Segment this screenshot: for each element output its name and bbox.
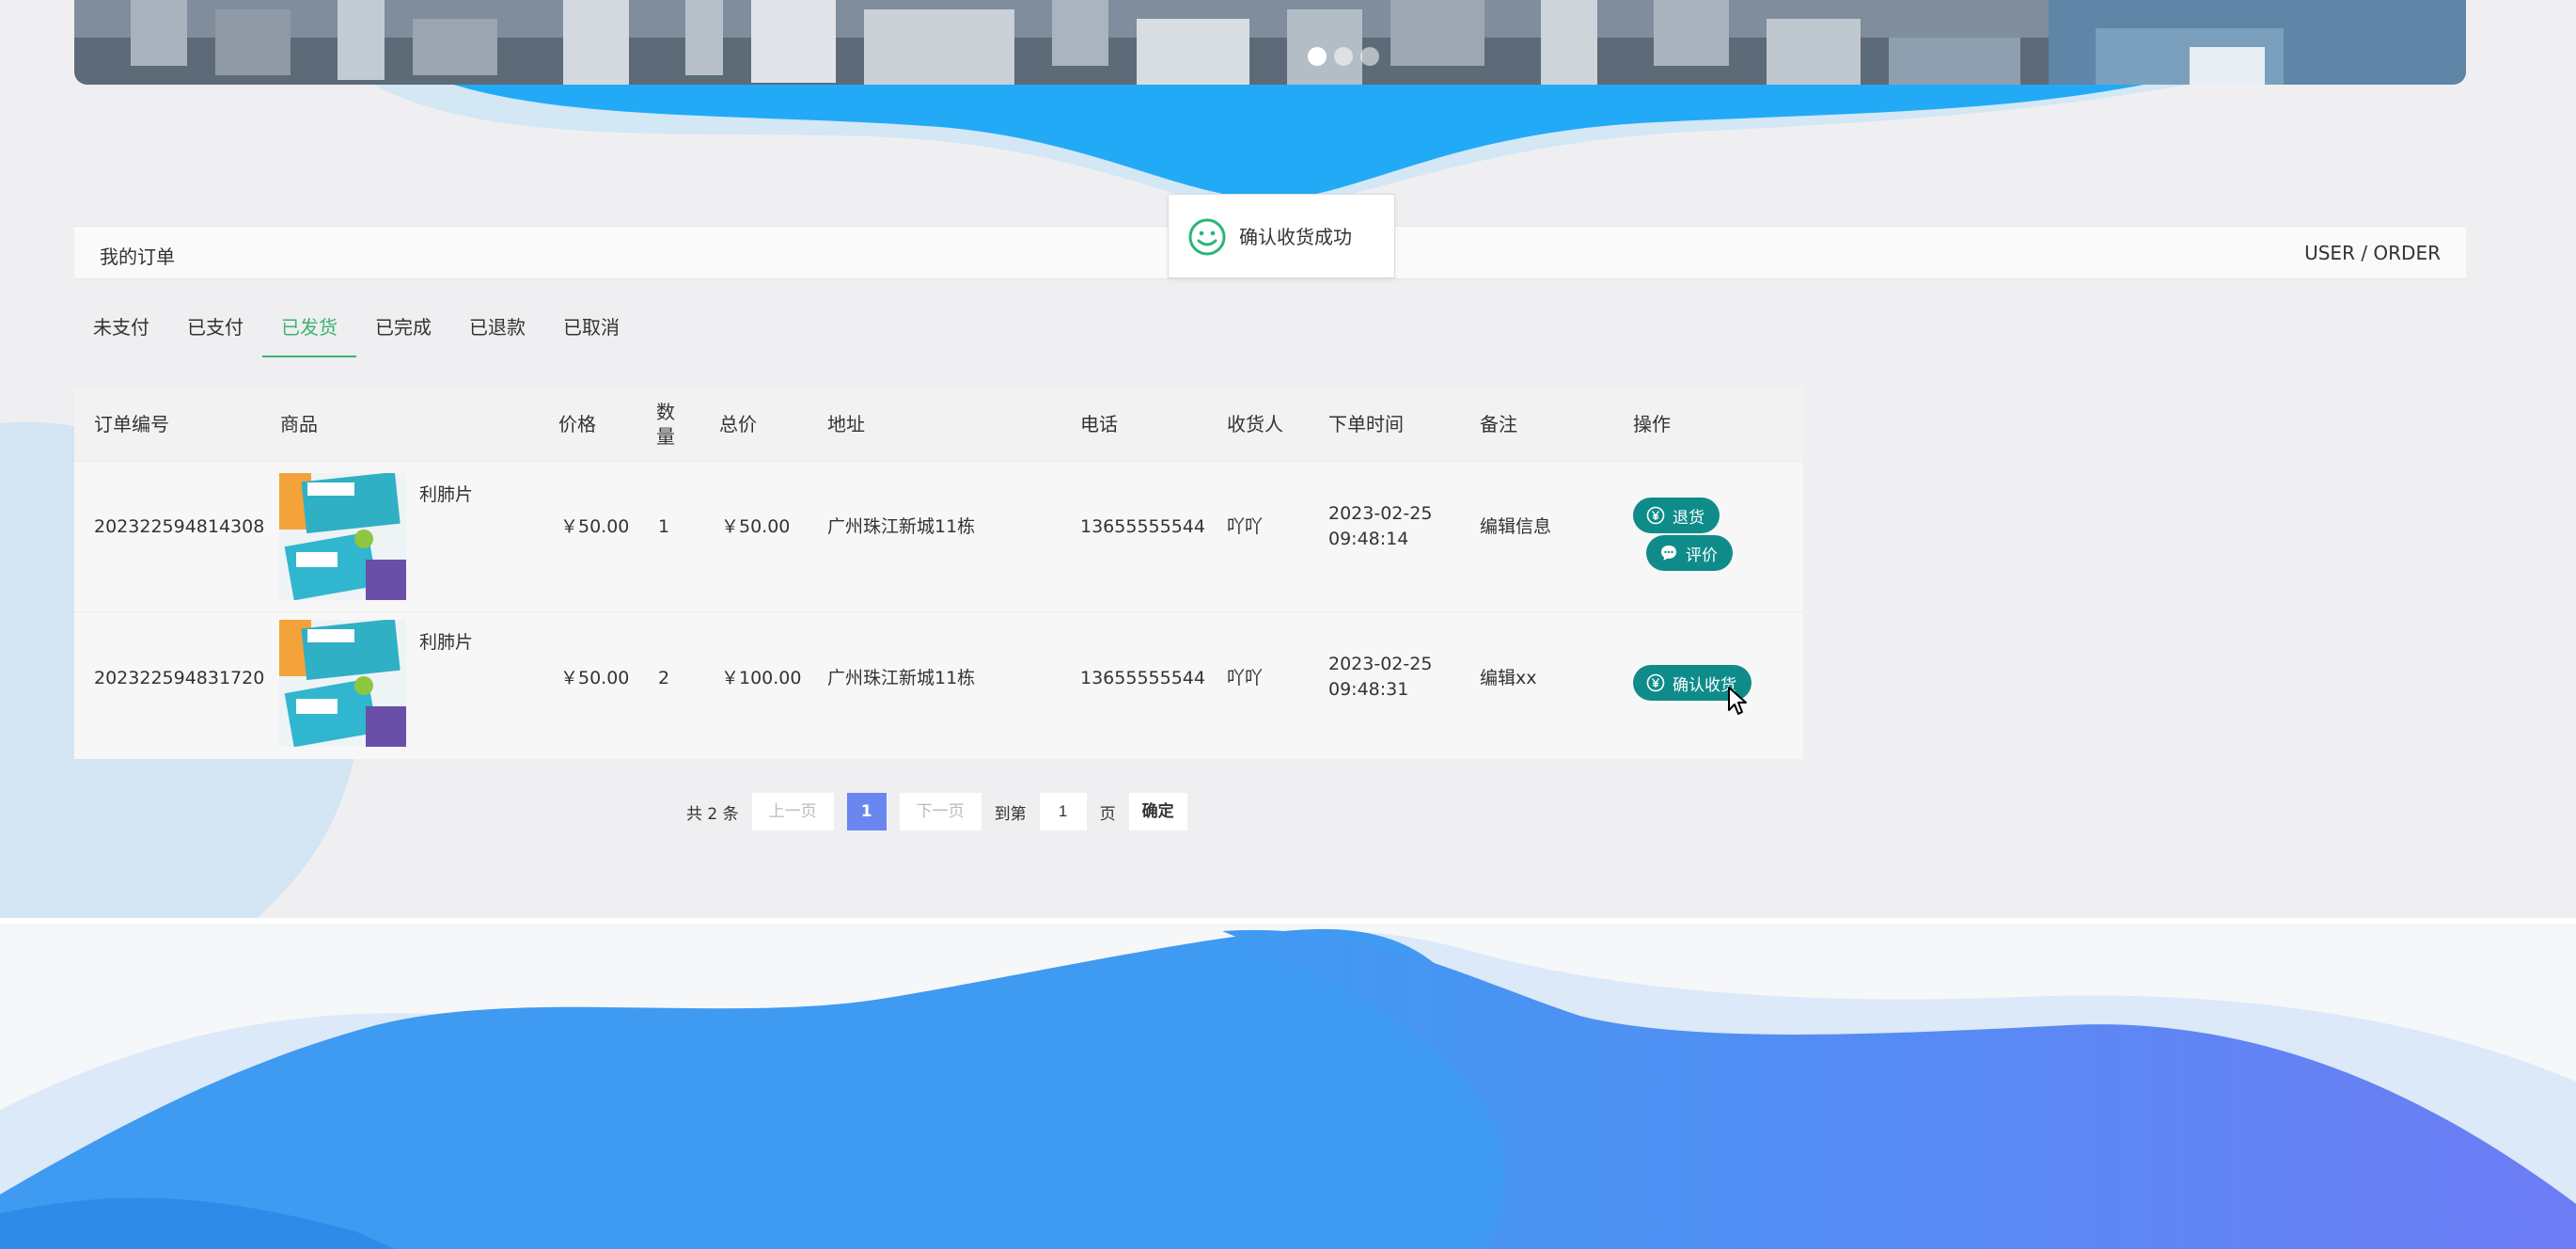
table-header: 订单编号 商品 价格 数 量 总价 地址 电话 收货人 下单时间 备注 操作	[74, 387, 1803, 461]
order-number: 202322594814308	[94, 516, 265, 537]
tab-refunded[interactable]: 已退款	[450, 310, 544, 357]
col-address: 地址	[827, 413, 865, 435]
remark: 编辑信息	[1480, 516, 1552, 537]
price: ￥50.00	[560, 516, 630, 537]
page-title: 我的订单	[100, 245, 175, 268]
pagination-total: 共 2 条	[686, 804, 739, 824]
return-button[interactable]: 退货	[1633, 498, 1720, 533]
receiver: 吖吖	[1227, 668, 1264, 688]
quantity: 1	[658, 516, 670, 537]
col-order-time: 下单时间	[1328, 413, 1404, 435]
review-button-label: 评价	[1686, 545, 1718, 565]
tab-paid[interactable]: 已支付	[168, 310, 262, 357]
col-actions: 操作	[1633, 413, 1671, 435]
yen-icon	[1646, 673, 1665, 692]
col-total: 总价	[719, 413, 757, 435]
order-date: 2023-02-25	[1328, 503, 1433, 524]
tab-completed[interactable]: 已完成	[356, 310, 450, 357]
product-name[interactable]: 利肺片	[419, 630, 473, 656]
next-page-button[interactable]: 下一页	[899, 793, 982, 830]
return-button-label: 退货	[1673, 508, 1704, 528]
footer-wave-decoration	[0, 928, 2576, 1249]
breadcrumb: USER / ORDER	[2304, 242, 2441, 264]
tab-cancelled[interactable]: 已取消	[544, 310, 638, 357]
table-row: 202322594831720 利肺片 ￥50.00 2 ￥100.00 广州珠…	[74, 611, 1803, 759]
order-clock: 09:48:31	[1328, 679, 1409, 700]
total-price: ￥100.00	[721, 668, 802, 688]
order-number: 202322594831720	[94, 668, 265, 688]
col-price: 价格	[558, 413, 596, 435]
price: ￥50.00	[560, 668, 630, 688]
col-quantity: 数 量	[656, 401, 675, 448]
col-remark: 备注	[1480, 413, 1517, 435]
goto-page-input[interactable]	[1039, 793, 1087, 830]
col-receiver: 收货人	[1227, 413, 1283, 435]
order-clock: 09:48:14	[1328, 529, 1409, 549]
remark: 编辑xx	[1480, 668, 1537, 688]
goto-confirm-button[interactable]: 确定	[1128, 793, 1187, 830]
pagination: 共 2 条 上一页 1 下一页 到第 页 确定	[686, 793, 1201, 830]
order-date: 2023-02-25	[1328, 654, 1433, 674]
mouse-cursor-icon	[1728, 687, 1747, 715]
product-image[interactable]	[279, 620, 406, 747]
total-price: ￥50.00	[721, 516, 791, 537]
page-unit-label: 页	[1099, 804, 1116, 824]
prev-page-button[interactable]: 上一页	[751, 793, 834, 830]
phone: 13655555544	[1080, 668, 1205, 688]
col-order-no: 订单编号	[94, 413, 169, 435]
yen-icon	[1646, 506, 1665, 525]
success-toast: 确认收货成功	[1168, 194, 1395, 278]
quantity: 2	[658, 668, 670, 688]
address: 广州珠江新城11栋	[827, 516, 976, 537]
carousel-dots	[1308, 47, 1379, 66]
product-name[interactable]: 利肺片	[419, 482, 473, 508]
tab-shipped[interactable]: 已发货	[262, 310, 356, 357]
phone: 13655555544	[1080, 516, 1205, 537]
carousel-dot[interactable]	[1308, 47, 1327, 66]
page-number-current[interactable]: 1	[846, 793, 887, 830]
banner-carousel[interactable]	[74, 0, 2466, 85]
address: 广州珠江新城11栋	[827, 668, 976, 688]
review-button[interactable]: 评价	[1646, 535, 1733, 571]
table-row: 202322594814308 利肺片 ￥50.00 1 ￥50.00 广州珠江…	[74, 461, 1803, 611]
col-product: 商品	[280, 413, 318, 435]
carousel-dot[interactable]	[1334, 47, 1353, 66]
tab-unpaid[interactable]: 未支付	[74, 310, 168, 357]
goto-label: 到第	[994, 804, 1027, 824]
order-table: 订单编号 商品 价格 数 量 总价 地址 电话 收货人 下单时间 备注 操作 2…	[74, 387, 1803, 759]
order-status-tabs: 未支付 已支付 已发货 已完成 已退款 已取消	[74, 310, 638, 357]
city-banner-image	[74, 0, 2466, 85]
product-image[interactable]	[279, 473, 406, 600]
comment-icon	[1661, 545, 1676, 561]
carousel-dot[interactable]	[1360, 47, 1379, 66]
smile-icon	[1188, 218, 1226, 256]
receiver: 吖吖	[1227, 516, 1264, 537]
toast-message: 确认收货成功	[1239, 226, 1352, 248]
col-phone: 电话	[1080, 413, 1118, 435]
